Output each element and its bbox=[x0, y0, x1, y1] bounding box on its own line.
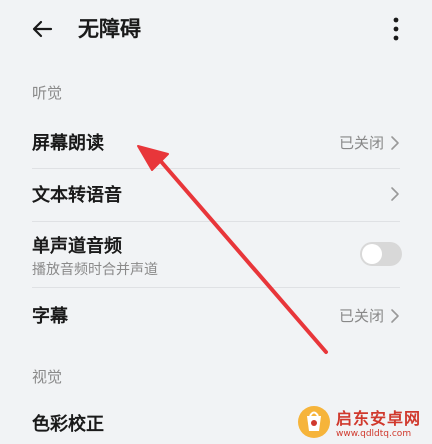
arrow-left-icon[interactable] bbox=[30, 17, 54, 41]
page-title: 无障碍 bbox=[78, 17, 141, 41]
status-text: 已关闭 bbox=[338, 134, 384, 152]
app-header: 无障碍 bbox=[0, 0, 432, 58]
chevron-right-icon bbox=[391, 187, 399, 201]
row-label: 单声道音频 bbox=[32, 236, 122, 257]
watermark-url: www.qdldtq.com bbox=[336, 429, 412, 439]
row-label: 色彩校正 bbox=[32, 414, 104, 435]
row-mono-audio[interactable]: 单声道音频 播放音频时合并声道 bbox=[0, 222, 432, 286]
chevron-right-icon bbox=[391, 136, 399, 150]
watermark-text: 启东安卓网 www.qdldtq.com bbox=[336, 405, 421, 439]
watermark-name: 启东安卓网 bbox=[336, 409, 422, 428]
section-label-hearing: 听觉 bbox=[32, 84, 63, 102]
section-label-vision: 视觉 bbox=[32, 368, 63, 386]
brand-logo-icon bbox=[298, 406, 330, 438]
row-text-to-speech[interactable]: 文本转语音 bbox=[0, 169, 432, 219]
watermark: 启东安卓网 www.qdldtq.com bbox=[296, 402, 430, 442]
chevron-right-icon bbox=[391, 309, 399, 323]
row-label: 文本转语音 bbox=[32, 185, 122, 206]
row-subtitle: 播放音频时合并声道 bbox=[32, 262, 158, 278]
row-label: 屏幕朗读 bbox=[32, 133, 104, 154]
row-label: 字幕 bbox=[32, 306, 68, 327]
status-text: 已关闭 bbox=[338, 307, 384, 325]
row-subtitles[interactable]: 字幕 已关闭 bbox=[0, 288, 432, 342]
more-options-icon[interactable] bbox=[386, 14, 406, 44]
row-screen-reader[interactable]: 屏幕朗读 已关闭 bbox=[0, 118, 432, 168]
mono-audio-toggle[interactable] bbox=[360, 242, 402, 266]
toggle-knob bbox=[362, 244, 382, 264]
